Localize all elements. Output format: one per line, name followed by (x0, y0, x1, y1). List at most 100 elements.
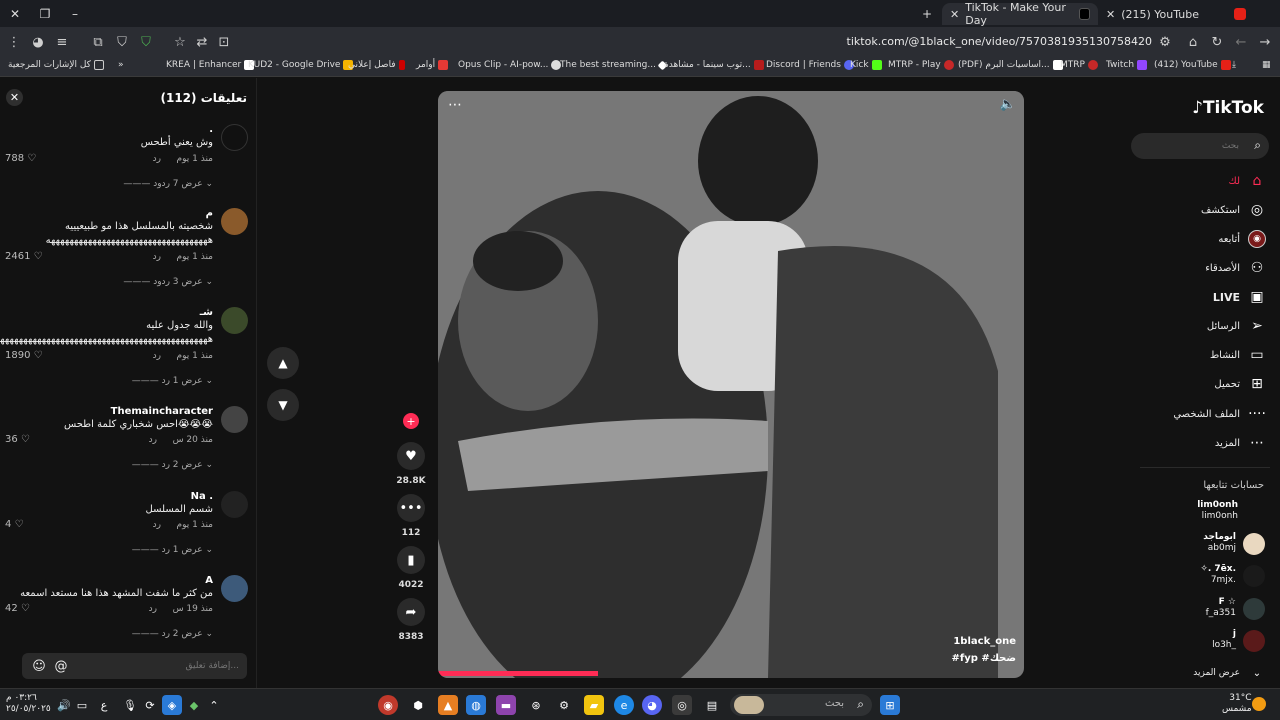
emoji-icon[interactable]: ☺ (30, 657, 48, 675)
chrome-icon[interactable]: ◎ (672, 695, 692, 715)
followed-account[interactable]: j lo3h_ (1212, 629, 1236, 651)
restore-window-button[interactable]: ❐ (30, 0, 60, 27)
bookmark-krea[interactable]: KREA | Enhancer (166, 60, 255, 70)
close-window-button[interactable]: ✕ (0, 0, 30, 27)
view-replies-button[interactable]: ——— عرض 1 رد ⌄ (132, 376, 213, 386)
volume-icon[interactable]: 🔈 (1000, 97, 1016, 112)
like-button[interactable]: 36 ♡ (5, 434, 30, 445)
like-button[interactable]: 4 ♡ (5, 519, 24, 530)
like-video-button[interactable]: ♥ (397, 442, 425, 470)
menu-icon[interactable]: ⋮ (2, 27, 26, 57)
security-icon[interactable]: ◆ (184, 695, 204, 715)
bookmark-twitch[interactable]: Twitch (1106, 60, 1148, 70)
reply-button[interactable]: رد (153, 154, 161, 164)
bookmark-gdrive[interactable]: KUD2 - Google Drive (248, 60, 354, 70)
view-replies-button[interactable]: ——— عرض 7 ردود ⌄ (123, 179, 213, 189)
reply-button[interactable]: رد (149, 604, 157, 614)
avatar[interactable] (1243, 598, 1265, 620)
bookmark-overflow[interactable]: » (118, 60, 124, 70)
url-field[interactable]: tiktok.com/@1black_one/video/75703819351… (847, 35, 1152, 48)
home-icon[interactable]: ⌂ (1181, 27, 1205, 57)
app-icon-5[interactable]: ▬ (496, 695, 516, 715)
video-tags[interactable]: #fyp #ضحك (952, 653, 1016, 664)
file-explorer-icon[interactable]: ▰ (584, 695, 604, 715)
like-button[interactable]: 1890 ♡ (5, 350, 43, 361)
bookmark-star-icon[interactable]: ☆ (168, 27, 192, 57)
nav-activity[interactable]: النشاط ▭ (1210, 346, 1266, 364)
followed-account[interactable]: lim0onh lim0onh (1197, 500, 1238, 522)
avatar[interactable] (1243, 565, 1265, 587)
view-replies-button[interactable]: ——— عرض 3 ردود ⌄ (123, 277, 213, 287)
avatar[interactable] (1243, 533, 1265, 555)
nav-messages[interactable]: الرسائل ➢ (1207, 317, 1266, 335)
download-icon[interactable]: ⤓ (1232, 60, 1236, 70)
app-icon-7[interactable]: ▤ (702, 695, 722, 715)
comment-author[interactable]: Themaincharacter (111, 406, 213, 417)
profile-avatar[interactable]: ◕ (26, 27, 50, 57)
mention-icon[interactable]: @ (52, 657, 70, 675)
site-settings-icon[interactable]: ⚙ (1153, 27, 1177, 57)
extensions-icon[interactable]: ⧉ (86, 27, 110, 57)
comment-author[interactable]: . (209, 124, 213, 135)
video-author[interactable]: 1black_one (953, 636, 1016, 647)
network-icon[interactable]: ▭ (72, 695, 92, 715)
edge-icon[interactable]: e (614, 695, 634, 715)
nav-profile[interactable]: الملف الشخصي ···· (1173, 405, 1266, 423)
comment-author[interactable]: م (206, 208, 213, 219)
search-input[interactable] (1139, 133, 1239, 159)
media-icon[interactable]: ≡ (50, 27, 74, 57)
weather-widget[interactable]: 31°C مشمس (1222, 693, 1252, 715)
nav-friends[interactable]: الأصدقاء ⚇ (1205, 259, 1266, 277)
comment-author[interactable]: Na . (191, 491, 213, 502)
app-icon-3[interactable]: ▲ (438, 695, 458, 715)
install-app-icon[interactable]: ⊡ (212, 27, 236, 57)
bookmark-ad[interactable]: فاصل إعلاني (348, 60, 405, 70)
like-button[interactable]: 2461 ♡ (5, 251, 43, 262)
avatar[interactable] (221, 406, 248, 433)
bookmark-opus[interactable]: Opus Clip - AI-pow... (458, 60, 562, 70)
bookmark-commands[interactable]: أوامر (416, 60, 449, 70)
save-button[interactable]: ▮ (397, 546, 425, 574)
tiktok-logo[interactable]: ♪TikTok (1192, 98, 1264, 118)
bookmark-streaming[interactable]: The best streaming... (560, 60, 668, 70)
new-tab-button[interactable]: + (912, 0, 942, 27)
followed-account[interactable]: ✧. 7ēx. 7mjx. (1200, 564, 1236, 586)
nav-for-you[interactable]: لك ⌂ (1229, 172, 1266, 190)
steam-icon[interactable]: ⚙ (554, 695, 574, 715)
tray-expand-icon[interactable]: ⌃ (204, 695, 224, 715)
vpn-shield-icon[interactable]: ⛉ (134, 27, 158, 57)
previous-video-button[interactable]: ▲ (267, 347, 299, 379)
volume-icon[interactable]: 🔊 (54, 695, 74, 715)
show-more-button[interactable]: عرض المزيد ⌄ (1193, 664, 1266, 682)
translate-icon[interactable]: ⇄ (190, 27, 214, 57)
bookmark-discord[interactable]: Discord | Friends (766, 60, 854, 70)
forward-icon[interactable]: ← (1229, 27, 1253, 57)
like-button[interactable]: 788 ♡ (5, 153, 36, 164)
comment-author[interactable]: شـ (200, 307, 213, 318)
nav-live[interactable]: LIVE ▣ (1213, 288, 1266, 306)
taskbar-search[interactable]: بحث ⌕ (730, 694, 872, 716)
close-icon[interactable]: ✕ (950, 8, 959, 21)
avatar[interactable] (221, 491, 248, 518)
bookmark-mtrp[interactable]: MTRP (1060, 60, 1098, 70)
app-icon-1[interactable]: ◉ (378, 695, 398, 715)
bookmark-all[interactable]: كل الإشارات المرجعية (8, 60, 104, 70)
comment-input[interactable] (89, 653, 239, 679)
bookmark-kick[interactable]: Kick (850, 60, 882, 70)
follow-button[interactable]: + (403, 413, 419, 429)
avatar[interactable] (221, 575, 248, 602)
reply-button[interactable]: رد (149, 435, 157, 445)
view-replies-button[interactable]: ——— عرض 2 رد ⌄ (132, 460, 213, 470)
app-icon-2[interactable]: ⬢ (408, 695, 428, 715)
language-indicator[interactable]: ع (94, 695, 114, 715)
close-comments-button[interactable]: ✕ (6, 89, 23, 106)
clock[interactable]: ٠٣:٢٦ م ٢٥/٠٥/٢٠٢٥ (6, 693, 51, 715)
minimize-window-button[interactable]: – (60, 0, 90, 27)
nav-explore[interactable]: استكشف ◎ (1201, 201, 1266, 219)
followed-account[interactable]: F ☆ f_a351 (1206, 597, 1236, 619)
comments-button[interactable]: ••• (397, 494, 425, 522)
app-icon-6[interactable]: ⊛ (526, 695, 546, 715)
nav-upload[interactable]: تحميل ⊞ (1214, 375, 1266, 393)
back-icon[interactable]: → (1253, 27, 1277, 57)
discord-icon[interactable]: ◕ (642, 695, 662, 715)
